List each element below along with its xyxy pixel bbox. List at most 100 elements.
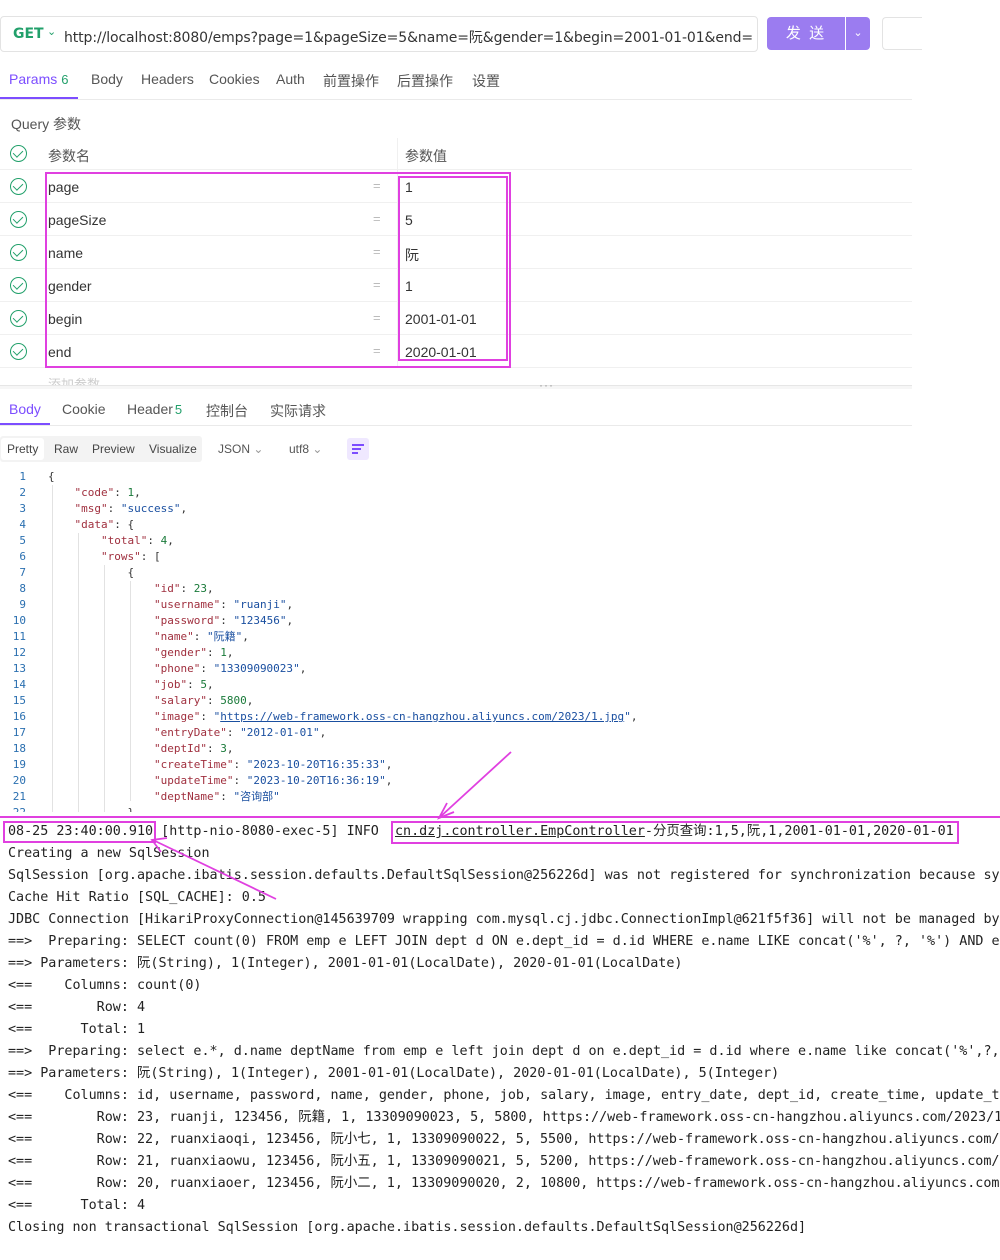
- log-line: <== Row: 23, ruanji, 123456, 阮籍, 1, 1330…: [8, 1110, 1000, 1125]
- log-thread: [http-nio-8080-exec-5] INFO: [153, 824, 395, 839]
- query-params-title: Query 参数: [11, 116, 82, 132]
- request-tabs: Params 6 Body Headers Cookies Auth 前置操作 后…: [0, 64, 912, 100]
- code-line: 2 "code": 1,: [19, 486, 141, 499]
- chevron-down-icon[interactable]: ⌄: [47, 25, 56, 38]
- code-line: 17 "entryDate": "2012-01-01",: [12, 726, 327, 739]
- send-button[interactable]: 发 送: [767, 17, 845, 50]
- log-line: Creating a new SqlSession: [8, 846, 210, 861]
- code-line: 7 {: [19, 566, 135, 579]
- request-bar: GET ⌄ http://localhost:8080/emps?page=1&…: [0, 14, 922, 54]
- code-line: 8 "id": 23,: [19, 582, 214, 595]
- response-view-toolbar: Pretty Raw Preview Visualize JSON ⌄ utf8…: [0, 436, 912, 464]
- view-visualize[interactable]: Visualize: [149, 442, 197, 456]
- code-line: 5 "total": 4,: [19, 534, 174, 547]
- tab-settings[interactable]: 设置: [472, 71, 500, 91]
- tab-response-header[interactable]: Header 5: [127, 401, 182, 417]
- panel-splitter[interactable]: [0, 385, 912, 389]
- send-dropdown-chevron-icon[interactable]: ⌄: [846, 17, 870, 50]
- code-line: 10 "password": "123456",: [12, 614, 294, 627]
- view-pretty[interactable]: Pretty: [1, 438, 45, 460]
- log-line: <== Total: 4: [8, 1198, 146, 1213]
- response-tabs: Body Cookie Header 5 控制台 实际请求: [0, 396, 912, 426]
- tab-headers[interactable]: Headers: [141, 71, 194, 87]
- image-link[interactable]: https://web-framework.oss-cn-hangzhou.al…: [220, 710, 624, 723]
- log-line: <== Row: 20, ruanxiaoer, 123456, 阮小二, 1,…: [8, 1176, 1000, 1191]
- annotation-box-log-message: [391, 821, 959, 844]
- code-line: 18 "deptId": 3,: [12, 742, 234, 755]
- code-line: 20 "updateTime": "2023-10-20T16:36:19",: [12, 774, 393, 787]
- tab-console[interactable]: 控制台: [206, 401, 248, 421]
- chevron-down-icon: ⌄: [253, 442, 264, 456]
- encoding-select-value: utf8: [289, 442, 310, 456]
- url-input-box[interactable]: GET ⌄ http://localhost:8080/emps?page=1&…: [0, 16, 758, 52]
- param-enabled-checkbox-icon[interactable]: [10, 211, 27, 228]
- tab-pre-script[interactable]: 前置操作: [323, 71, 379, 91]
- code-line: 1{: [19, 470, 55, 483]
- code-line: 11 "name": "阮籍",: [12, 630, 249, 643]
- log-line: <== Row: 21, ruanxiaowu, 123456, 阮小五, 1,…: [8, 1154, 1000, 1169]
- tab-count-badge: 5: [174, 402, 183, 417]
- view-raw[interactable]: Raw: [54, 442, 78, 456]
- code-line: 9 "username": "ruanji",: [19, 598, 294, 611]
- log-line: <== Columns: id, username, password, nam…: [8, 1088, 1000, 1103]
- tab-cookies[interactable]: Cookies: [209, 71, 260, 87]
- word-wrap-icon[interactable]: [347, 438, 369, 460]
- code-line: 6 "rows": [: [19, 550, 161, 563]
- drag-handle-icon[interactable]: ···: [539, 378, 554, 392]
- log-line: JDBC Connection [HikariProxyConnection@1…: [8, 912, 1000, 927]
- active-tab-indicator: [0, 423, 50, 425]
- param-value-header: 参数值: [405, 148, 447, 164]
- chevron-down-icon: ⌄: [312, 442, 323, 456]
- save-button[interactable]: [882, 17, 922, 50]
- annotation-box-values: [398, 176, 508, 361]
- param-enabled-checkbox-icon[interactable]: [10, 343, 27, 360]
- code-line: 13 "phone": "13309090023",: [12, 662, 307, 675]
- code-line: 19 "createTime": "2023-10-20T16:35:33",: [12, 758, 393, 771]
- format-select-value: JSON: [218, 442, 251, 456]
- code-line: 3 "msg": "success",: [19, 502, 188, 515]
- code-line: 16 "image": "https://web-framework.oss-c…: [12, 710, 638, 723]
- param-enabled-checkbox-icon[interactable]: [10, 310, 27, 327]
- log-line: ==> Parameters: 阮(String), 1(Integer), 2…: [8, 1066, 780, 1081]
- tab-response-cookie[interactable]: Cookie: [62, 401, 106, 417]
- tab-params[interactable]: Params 6: [9, 71, 68, 87]
- tab-count-badge: 6: [61, 72, 69, 87]
- annotation-box-timestamp: [3, 821, 156, 843]
- code-line: 21 "deptName": "咨询部": [12, 790, 280, 803]
- log-line: ==> Preparing: select e.*, d.name deptNa…: [8, 1044, 1000, 1059]
- tab-auth[interactable]: Auth: [276, 71, 305, 87]
- method-select[interactable]: GET: [13, 26, 44, 42]
- code-line: 15 "salary": 5800,: [12, 694, 254, 707]
- view-preview[interactable]: Preview: [92, 442, 135, 456]
- param-enabled-checkbox-icon[interactable]: [10, 277, 27, 294]
- log-line: ==> Parameters: 阮(String), 1(Integer), 2…: [8, 956, 683, 971]
- format-select[interactable]: JSON ⌄: [218, 442, 263, 456]
- tab-label: Header: [127, 401, 173, 417]
- tab-post-script[interactable]: 后置操作: [397, 71, 453, 91]
- log-line: SqlSession [org.apache.ibatis.session.de…: [8, 868, 1000, 883]
- url-input[interactable]: http://localhost:8080/emps?page=1&pageSi…: [64, 27, 754, 47]
- tab-label: Params: [9, 71, 58, 87]
- log-line: ==> Preparing: SELECT count(0) FROM emp …: [8, 934, 1000, 949]
- tab-response-body[interactable]: Body: [9, 401, 41, 417]
- annotation-line: [0, 816, 1000, 818]
- select-all-checkbox-icon[interactable]: [10, 145, 27, 162]
- log-line: <== Row: 4: [8, 1000, 146, 1015]
- log-line: <== Total: 1: [8, 1022, 146, 1037]
- active-tab-indicator: [0, 97, 78, 99]
- param-enabled-checkbox-icon[interactable]: [10, 244, 27, 261]
- code-line: 22 },: [0, 805, 912, 812]
- param-name-header: 参数名: [48, 148, 90, 164]
- code-line: 12 "gender": 1,: [12, 646, 234, 659]
- tab-body[interactable]: Body: [91, 71, 123, 87]
- code-line: 4 "data": {: [19, 518, 135, 531]
- view-mode-group: Pretty Raw Preview Visualize: [0, 436, 202, 462]
- param-enabled-checkbox-icon[interactable]: [10, 178, 27, 195]
- encoding-select[interactable]: utf8 ⌄: [289, 442, 322, 456]
- log-line: Cache Hit Ratio [SQL_CACHE]: 0.5: [8, 890, 266, 905]
- log-line: <== Columns: count(0): [8, 978, 202, 993]
- response-body-editor[interactable]: 1{ 2 "code": 1, 3 "msg": "success", 4 "d…: [0, 469, 912, 812]
- tab-actual-request[interactable]: 实际请求: [270, 401, 326, 421]
- code-line: 14 "job": 5,: [12, 678, 214, 691]
- log-line: Closing non transactional SqlSession [or…: [8, 1220, 807, 1235]
